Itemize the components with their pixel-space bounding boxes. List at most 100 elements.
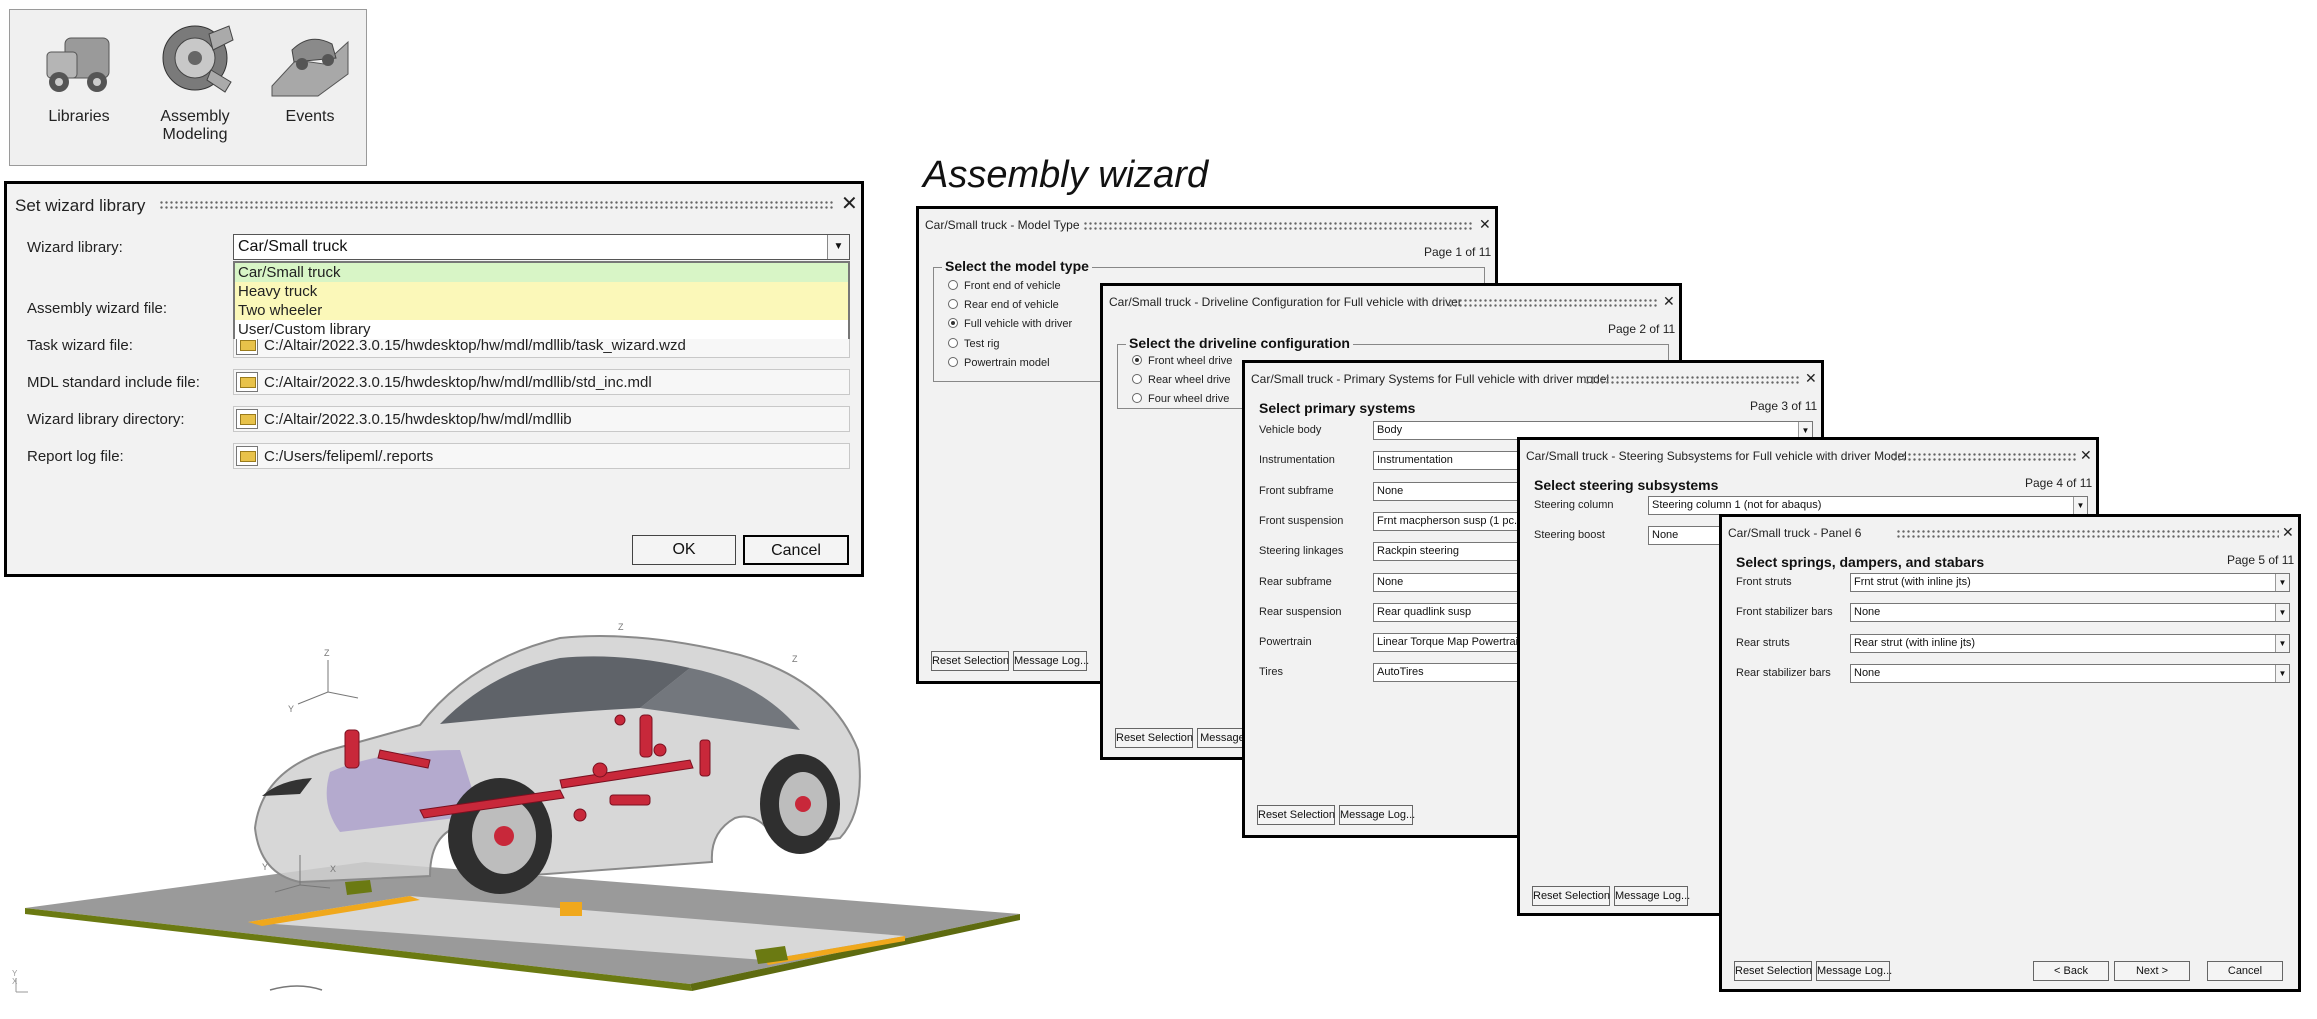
set-wizard-library-dialog: Set wizard library ✕ Wizard library: Car… (4, 181, 864, 577)
chevron-down-icon[interactable]: ▼ (827, 235, 849, 259)
radio-label: Rear end of vehicle (964, 299, 1059, 311)
next-button[interactable]: Next > (2114, 961, 2190, 981)
radio-label: Front wheel drive (1148, 355, 1233, 367)
axis-z-label-top: Z (618, 622, 624, 632)
reset-selection-button[interactable]: Reset Selection (1115, 728, 1193, 748)
title-grip (1585, 375, 1800, 385)
chevron-down-icon[interactable]: ▼ (2275, 574, 2289, 591)
folder-icon[interactable] (236, 409, 258, 429)
radio-rear-end[interactable]: Rear end of vehicle (948, 299, 1059, 311)
radio-icon (948, 299, 958, 309)
radio-front-end[interactable]: Front end of vehicle (948, 280, 1061, 292)
libraries-button[interactable]: Libraries (24, 20, 134, 126)
ok-button[interactable]: OK (632, 535, 736, 565)
cancel-button[interactable]: Cancel (743, 535, 849, 565)
wizard-library-select[interactable]: Car/Small truck ▼ (233, 234, 850, 260)
radio-icon (948, 280, 958, 290)
radio-powertrain[interactable]: Powertrain model (948, 357, 1050, 369)
row-label: Front stabilizer bars (1736, 606, 1833, 619)
page2-title: Car/Small truck - Driveline Configuratio… (1109, 295, 1462, 309)
wizard-library-dropdown: Car/Small truck Heavy truck Two wheeler … (233, 261, 850, 339)
row-label: Rear suspension (1259, 605, 1342, 618)
radio-label: Front end of vehicle (964, 280, 1061, 292)
assembly-wizard-heading: Assembly wizard (923, 154, 1209, 196)
chevron-down-icon[interactable]: ▼ (2275, 634, 2289, 652)
wizard-page-springs: Car/Small truck - Panel 6 ✕ Select sprin… (1719, 514, 2301, 992)
reset-selection-button[interactable]: Reset Selection (1532, 886, 1610, 906)
close-icon[interactable]: ✕ (1805, 371, 1817, 385)
row-label: Powertrain (1259, 636, 1312, 649)
reset-selection-button[interactable]: Reset Selection (1257, 805, 1335, 825)
road-marker-center (560, 902, 582, 916)
message-log-button[interactable]: Message Log... (1339, 805, 1415, 825)
close-icon[interactable]: ✕ (2282, 525, 2294, 539)
row-select-value: Linear Torque Map Powertrain (1377, 636, 1525, 649)
close-icon[interactable]: ✕ (1479, 217, 1491, 231)
view-triad (15, 978, 28, 993)
message-log-button[interactable]: Message Log... (1816, 961, 1892, 981)
row-label: Rear stabilizer bars (1736, 666, 1831, 679)
report-log-field[interactable]: C:/Users/felipeml/.reports (233, 443, 850, 469)
radio-full-vehicle[interactable]: Full vehicle with driver (948, 318, 1072, 330)
dropdown-option-two-wheeler[interactable]: Two wheeler (235, 301, 848, 320)
message-log-button[interactable]: Message Log... (1614, 886, 1690, 906)
row-select[interactable]: Rear strut (with inline jts) ▼ (1850, 633, 2290, 653)
dropdown-option-custom[interactable]: User/Custom library (235, 320, 848, 339)
mdl-include-field[interactable]: C:/Altair/2022.3.0.15/hwdesktop/hw/mdl/m… (233, 369, 850, 395)
mdl-include-label: MDL standard include file: (27, 374, 200, 391)
library-dir-label: Wizard library directory: (27, 411, 185, 428)
dropdown-option-heavy-truck[interactable]: Heavy truck (235, 282, 848, 301)
dialog-title: Set wizard library (15, 196, 146, 215)
row-select[interactable]: None ▼ (1850, 663, 2290, 683)
row-select[interactable]: Steering column 1 (not for abaqus) ▼ (1648, 496, 2088, 515)
radio-rear-wheel-drive[interactable]: Rear wheel drive (1132, 374, 1231, 386)
chevron-down-icon[interactable]: ▼ (2275, 664, 2289, 682)
radio-four-wheel-drive[interactable]: Four wheel drive (1132, 393, 1229, 405)
close-icon[interactable]: ✕ (2080, 448, 2092, 462)
wheel-suspension-icon (162, 25, 234, 93)
rotate-arc-icon (269, 985, 323, 991)
axis-z-label: Z (324, 648, 330, 658)
chevron-down-icon[interactable]: ▼ (2275, 604, 2289, 622)
row-select[interactable]: None ▼ (1850, 603, 2290, 623)
folder-icon[interactable] (236, 372, 258, 392)
row-select-value: Rear strut (with inline jts) (1854, 636, 1976, 649)
reset-selection-button[interactable]: Reset Selection (1734, 961, 1812, 981)
chevron-down-icon[interactable]: ▼ (2073, 497, 2087, 514)
row-label: Steering boost (1534, 529, 1605, 541)
page1-title: Car/Small truck - Model Type (925, 218, 1080, 232)
ribbon-toolbar: Libraries Assembly Modeling Events (9, 9, 367, 166)
page5-header: Select springs, dampers, and stabars (1736, 554, 1985, 570)
radio-front-wheel-drive[interactable]: Front wheel drive (1132, 355, 1232, 367)
dropdown-option-car[interactable]: Car/Small truck (235, 263, 848, 282)
events-button[interactable]: Events (255, 20, 365, 126)
row-select-value: None (1377, 575, 1404, 588)
close-icon[interactable]: ✕ (841, 194, 858, 214)
wizard-cancel-button[interactable]: Cancel (2207, 961, 2283, 981)
row-select-value: None (1377, 484, 1404, 497)
radio-label: Four wheel drive (1148, 393, 1230, 405)
row-select-value: Rear quadlink susp (1377, 605, 1472, 618)
rear-hub (795, 796, 811, 812)
radio-label: Powertrain model (964, 357, 1050, 369)
row-select-value: Instrumentation (1377, 454, 1453, 467)
page3-header: Select primary systems (1259, 400, 1416, 416)
folder-icon[interactable] (236, 446, 258, 466)
wizard-library-value: Car/Small truck (238, 238, 348, 255)
assembly-modeling-button[interactable]: Assembly Modeling (140, 20, 250, 144)
back-button[interactable]: < Back (2033, 961, 2109, 981)
radio-test-rig[interactable]: Test rig (948, 338, 999, 350)
axis-z-label-right: Z (792, 654, 798, 664)
assembly-label-line1: Assembly (160, 108, 230, 125)
library-dir-field[interactable]: C:/Altair/2022.3.0.15/hwdesktop/hw/mdl/m… (233, 406, 850, 432)
close-icon[interactable]: ✕ (1663, 294, 1675, 308)
vehicle-3d-viewport[interactable]: Z Y Z Z Y X Y X (0, 600, 1040, 1019)
page3-page-number: Page 3 of 11 (1750, 399, 1818, 413)
row-select-value: Body (1377, 424, 1403, 436)
radio-selected-icon (1132, 355, 1142, 365)
radio-label: Rear wheel drive (1148, 374, 1231, 386)
row-select[interactable]: Frnt strut (with inline jts) ▼ (1850, 573, 2290, 592)
libraries-icon (46, 37, 110, 92)
page3-title: Car/Small truck - Primary Systems for Fu… (1251, 372, 1610, 386)
page4-header: Select steering subsystems (1534, 477, 1719, 493)
